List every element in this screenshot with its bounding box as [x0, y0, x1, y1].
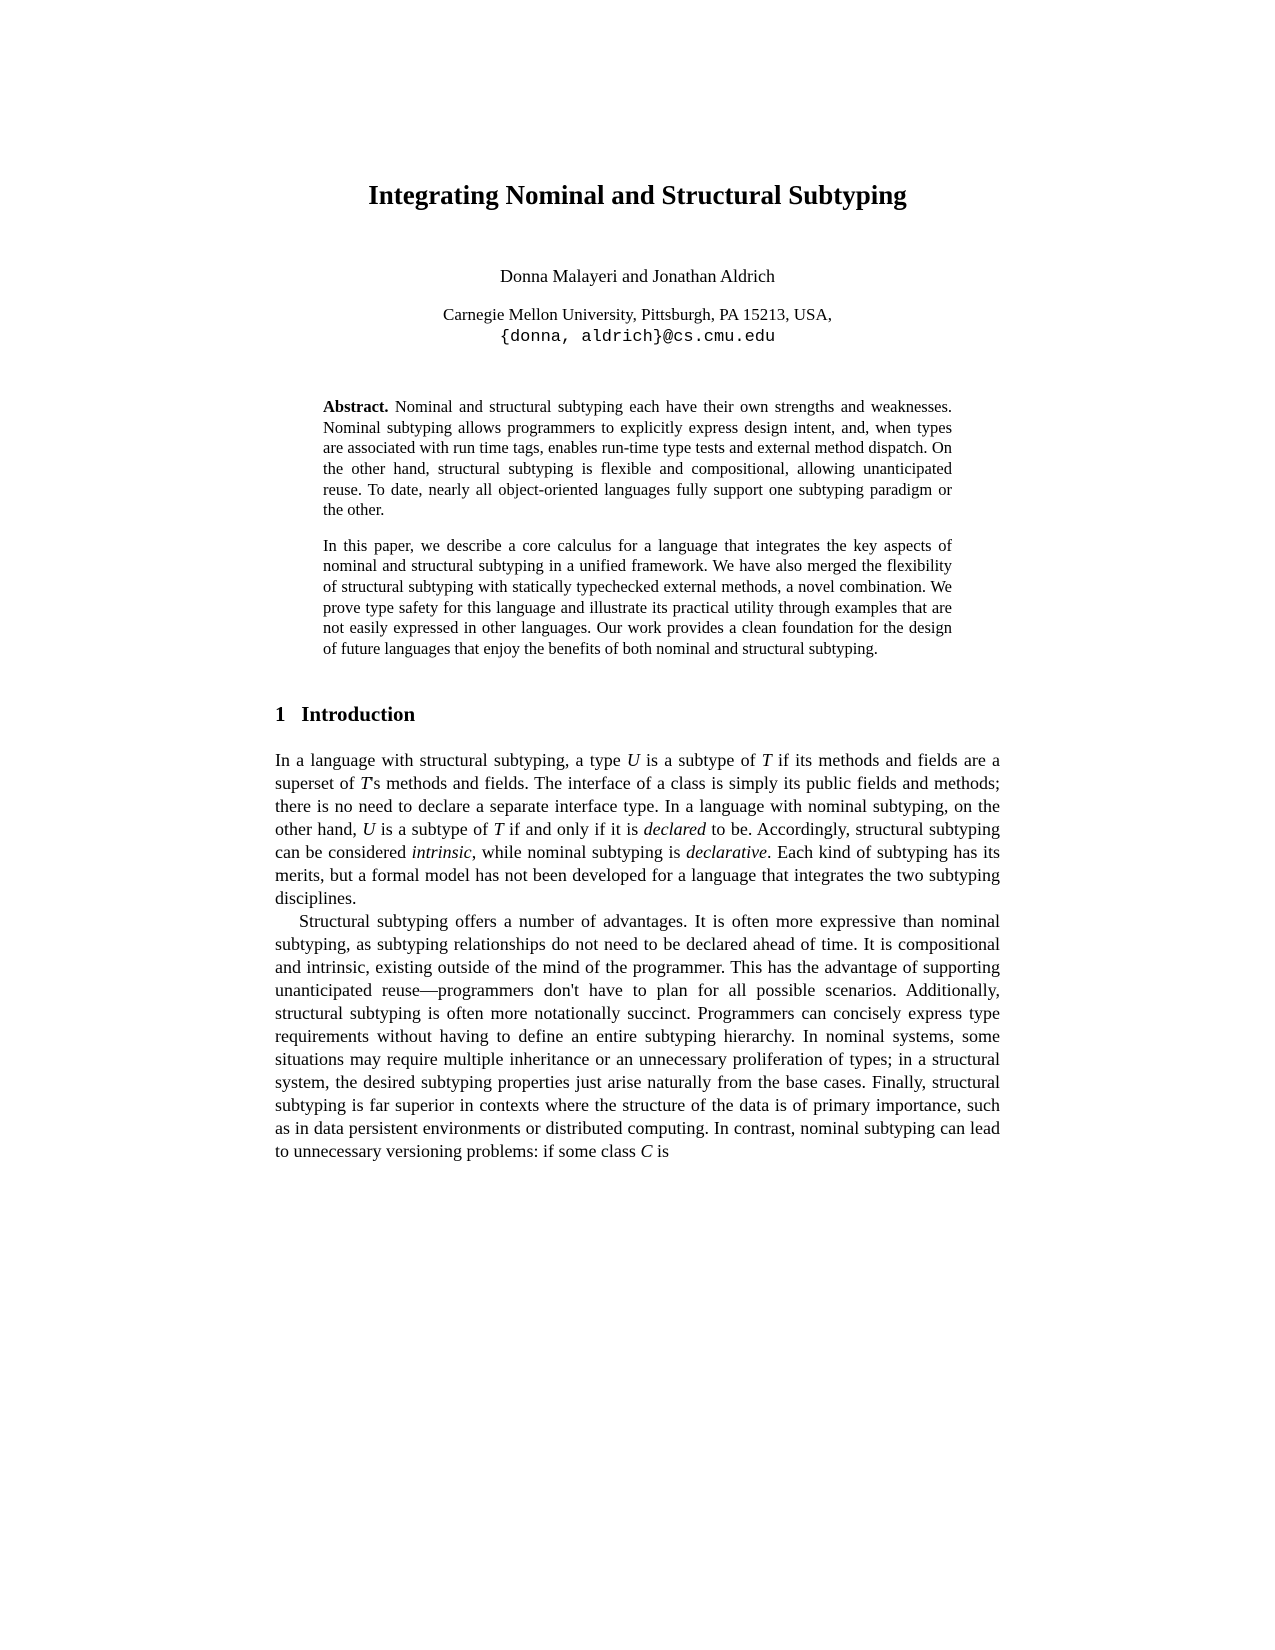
- italic-type-u: U: [362, 819, 375, 839]
- body-text: In a language with structural subtyping,…: [275, 749, 1000, 1164]
- italic-type-t: T: [360, 773, 370, 793]
- intro-paragraph-1: In a language with structural subtyping,…: [275, 749, 1000, 910]
- abstract-label: Abstract.: [323, 397, 389, 416]
- abstract-paragraph-1: Abstract. Nominal and structural subtypi…: [323, 397, 952, 521]
- italic-type-t: T: [494, 819, 504, 839]
- paper-email: {donna, aldrich}@cs.cmu.edu: [275, 328, 1000, 347]
- text-run: is a subtype of: [640, 750, 762, 770]
- text-run: In a language with structural subtyping,…: [275, 750, 627, 770]
- text-run: is: [652, 1141, 669, 1161]
- italic-class-c: C: [640, 1141, 652, 1161]
- section-title: Introduction: [301, 702, 415, 726]
- abstract-paragraph-2: In this paper, we describe a core calcul…: [323, 536, 952, 660]
- italic-intrinsic: intrinsic: [412, 842, 472, 862]
- text-run: , while nominal subtyping is: [472, 842, 686, 862]
- section-heading-1: 1 Introduction: [275, 702, 1000, 727]
- text-run: if and only if it is: [504, 819, 644, 839]
- italic-type-u: U: [627, 750, 640, 770]
- text-run: is a subtype of: [375, 819, 493, 839]
- abstract-text-1: Nominal and structural subtyping each ha…: [323, 397, 952, 519]
- section-number: 1: [275, 702, 286, 726]
- paper-affiliation: Carnegie Mellon University, Pittsburgh, …: [275, 305, 1000, 325]
- italic-declared: declared: [644, 819, 706, 839]
- paper-title: Integrating Nominal and Structural Subty…: [275, 180, 1000, 211]
- paper-authors: Donna Malayeri and Jonathan Aldrich: [275, 266, 1000, 287]
- italic-type-t: T: [762, 750, 772, 770]
- italic-declarative: declarative: [686, 842, 767, 862]
- abstract: Abstract. Nominal and structural subtypi…: [323, 397, 952, 660]
- text-run: Structural subtyping offers a number of …: [275, 911, 1000, 1161]
- paper-page: Integrating Nominal and Structural Subty…: [0, 0, 1275, 1263]
- intro-paragraph-2: Structural subtyping offers a number of …: [275, 910, 1000, 1163]
